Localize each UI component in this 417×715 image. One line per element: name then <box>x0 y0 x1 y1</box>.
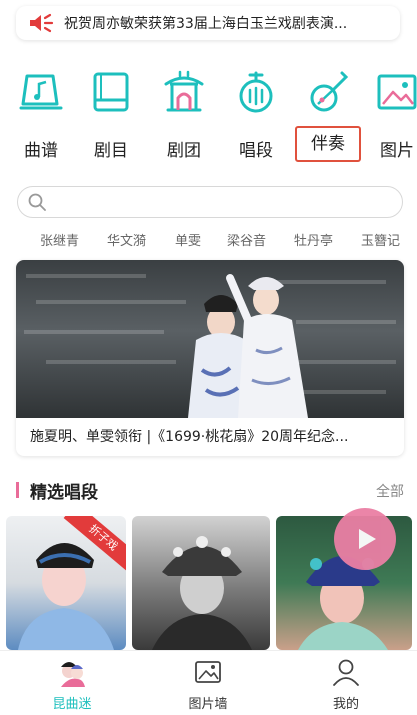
pipa-icon <box>310 71 349 112</box>
tag-item[interactable]: 牡丹亭 <box>294 230 333 249</box>
category-repertoire[interactable]: 剧目 <box>76 66 146 161</box>
search-input[interactable] <box>54 194 374 210</box>
performer-portrait <box>152 536 252 650</box>
photo-wall-icon <box>195 661 221 683</box>
kunqu-fan-icon <box>61 662 85 687</box>
music-score-icon <box>19 74 63 110</box>
category-accompaniment[interactable]: 伴奏 <box>293 66 363 162</box>
category-pictures[interactable]: 图片 <box>362 66 417 161</box>
tag-item[interactable]: 单雯 <box>175 230 201 249</box>
nav-label: 图片墙 <box>188 697 228 712</box>
instrument-drum-icon <box>239 71 273 113</box>
nav-label: 昆曲迷 <box>52 697 92 712</box>
aria-thumbnail[interactable] <box>132 516 270 650</box>
search-bar[interactable] <box>17 186 403 218</box>
aria-thumbnail[interactable]: 折子戏 <box>6 516 126 650</box>
speaker-icon <box>30 13 54 33</box>
category-troupe[interactable]: 剧团 <box>149 66 219 161</box>
nav-my[interactable]: 我的 <box>296 657 396 712</box>
nav-label: 我的 <box>332 697 359 712</box>
category-aria[interactable]: 唱段 <box>221 66 291 161</box>
nav-kunqu-fan[interactable]: 昆曲迷 <box>22 657 122 712</box>
banner-image <box>16 260 404 418</box>
hot-tags: 张继青 华文漪 单雯 梁谷音 牡丹亭 玉簪记 <box>0 228 417 252</box>
tag-item[interactable]: 玉簪记 <box>361 230 400 249</box>
tag-item[interactable]: 华文漪 <box>107 230 146 249</box>
featured-arias-header: 精选唱段 全部 <box>16 478 404 503</box>
announcement-text: 祝贺周亦敏荣获第33届上海白玉兰戏剧表演... <box>64 16 348 32</box>
featured-banner[interactable]: 施夏明、单雯领衔 |《1699·桃花扇》20周年纪念... <box>16 260 404 456</box>
book-icon <box>93 72 129 112</box>
search-icon <box>28 193 46 211</box>
bottom-navigation: 昆曲迷 图片墙 我的 <box>0 650 417 715</box>
person-icon <box>333 659 359 686</box>
opera-performers-illustration <box>24 274 396 418</box>
category-label: 伴奏 <box>295 126 361 162</box>
theater-pavilion-icon <box>164 70 204 112</box>
tag-item[interactable]: 张继青 <box>40 230 79 249</box>
tag-item[interactable]: 梁谷音 <box>227 230 266 249</box>
category-label: 唱段 <box>239 141 273 161</box>
category-music-score[interactable]: 曲谱 <box>6 66 76 161</box>
section-accent-bar <box>16 482 19 498</box>
announcement-bar[interactable]: 祝贺周亦敏荣获第33届上海白玉兰戏剧表演... <box>16 6 400 40</box>
category-label: 曲谱 <box>24 141 58 161</box>
banner-caption: 施夏明、单雯领衔 |《1699·桃花扇》20周年纪念... <box>30 429 349 445</box>
view-all-link[interactable]: 全部 <box>376 481 404 501</box>
picture-icon <box>377 74 417 110</box>
category-label: 剧团 <box>167 141 201 161</box>
play-icon <box>359 529 376 549</box>
category-row: 曲谱 剧目 剧团 唱段 伴奏 图片 <box>0 66 417 176</box>
nav-photo-wall[interactable]: 图片墙 <box>158 657 258 712</box>
play-button[interactable] <box>334 508 396 570</box>
section-title: 精选唱段 <box>30 483 98 503</box>
category-label: 剧目 <box>94 141 128 161</box>
category-label: 图片 <box>380 141 414 161</box>
